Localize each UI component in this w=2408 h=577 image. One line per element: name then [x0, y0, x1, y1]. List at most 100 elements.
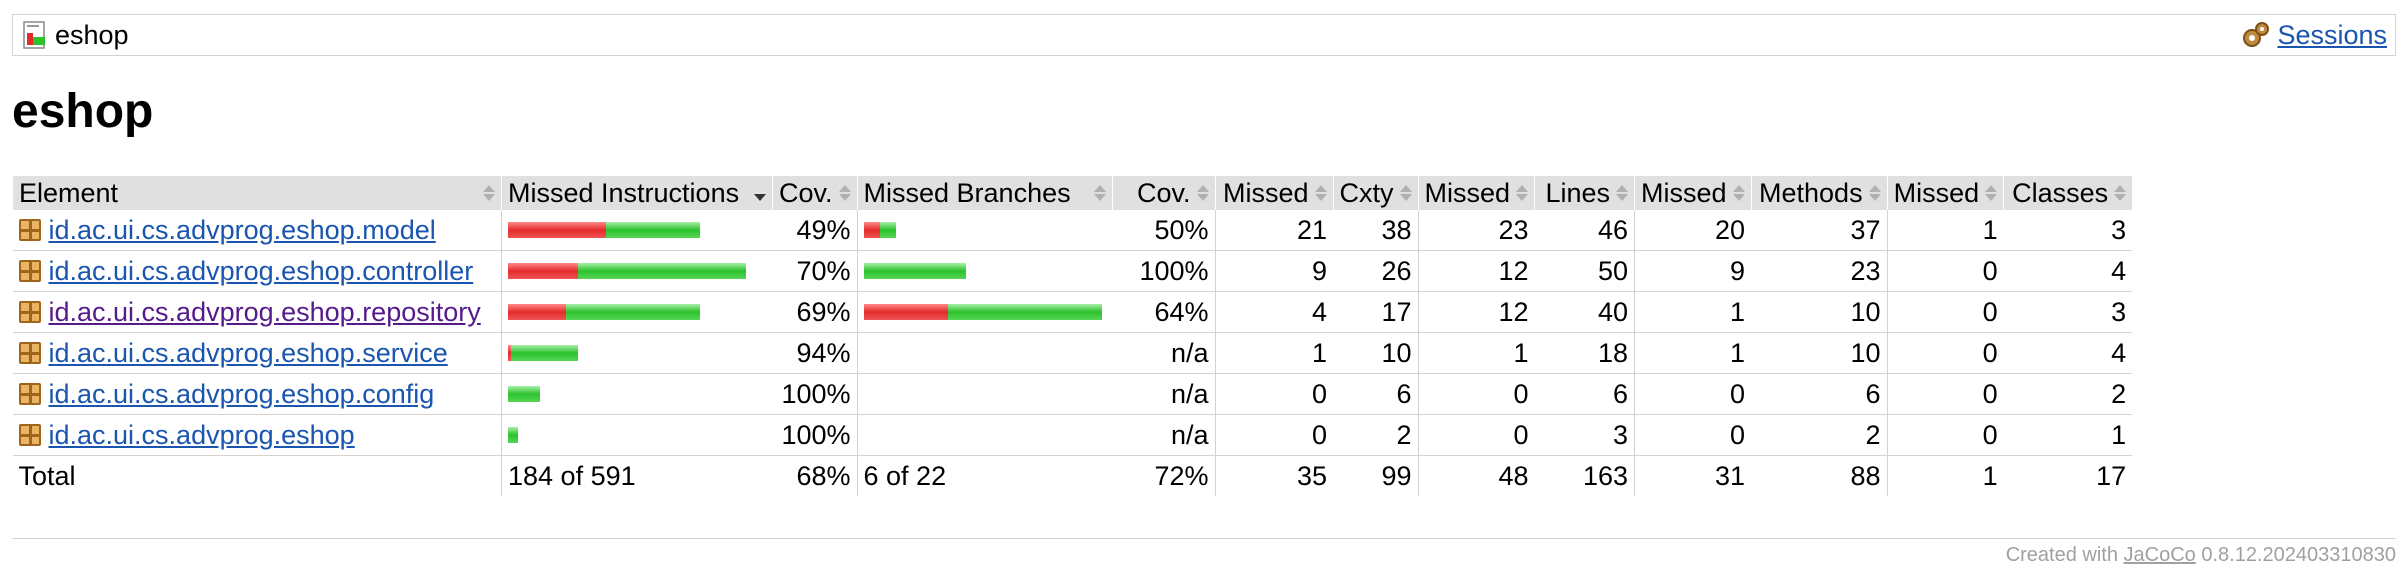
package-link[interactable]: id.ac.ui.cs.advprog.eshop: [49, 420, 355, 451]
package-link[interactable]: id.ac.ui.cs.advprog.eshop.repository: [49, 297, 481, 328]
classes: 2: [2003, 373, 2133, 415]
header-methods[interactable]: Methods: [1750, 176, 1888, 210]
package-link[interactable]: id.ac.ui.cs.advprog.eshop.service: [49, 338, 448, 369]
branches-bar: [863, 304, 1107, 320]
cxty: 17: [1333, 291, 1419, 333]
total-instructions: 184 of 591: [501, 455, 773, 496]
covered-bar: [879, 222, 896, 238]
covered-bar: [566, 304, 700, 320]
methods: 23: [1751, 250, 1888, 292]
methods: 10: [1751, 332, 1888, 374]
header-cov-branches[interactable]: Cov.: [1111, 176, 1216, 210]
missed-lines: 23: [1417, 210, 1535, 251]
cxty: 2: [1333, 414, 1419, 456]
missed-classes: 0: [1886, 373, 2004, 415]
missed-methods: 1: [1634, 332, 1752, 374]
lines: 3: [1534, 414, 1635, 456]
branches-cov: n/a: [1112, 414, 1216, 456]
header-lines[interactable]: Lines: [1534, 176, 1635, 210]
branches-bar-cell: [856, 373, 1113, 415]
branches-cov: 100%: [1112, 250, 1216, 292]
total-missed-lines: 48: [1417, 455, 1535, 496]
table-header-row: Element Missed Instructions Cov. Missed …: [12, 176, 2133, 210]
missed-cxty: 4: [1214, 291, 1334, 333]
element-cell: id.ac.ui.cs.advprog.eshop: [12, 414, 502, 456]
instructions-bar-cell: [501, 291, 773, 333]
header-missed-classes[interactable]: Missed: [1886, 176, 2004, 210]
missed-lines: 1: [1417, 332, 1535, 374]
sort-icon: [2114, 185, 2127, 201]
instructions-bar: [508, 345, 767, 361]
sessions-link[interactable]: Sessions: [2277, 20, 2387, 51]
branches-bar: [863, 263, 1107, 279]
total-missed-classes: 1: [1886, 455, 2004, 496]
covered-bar: [947, 304, 1102, 320]
header-missed-cxty[interactable]: Missed: [1214, 176, 1334, 210]
header-element[interactable]: Element: [12, 176, 502, 210]
sort-icon: [1196, 185, 1209, 201]
branches-bar-cell: [856, 210, 1113, 251]
table-row: id.ac.ui.cs.advprog.eshop.model 49% 50% …: [12, 210, 2133, 251]
missed-methods: 20: [1634, 210, 1752, 251]
instructions-bar-cell: [501, 373, 773, 415]
element-cell: id.ac.ui.cs.advprog.eshop.service: [12, 332, 502, 374]
total-cxty: 99: [1381, 460, 1412, 491]
total-branches-cov: 72%: [1154, 460, 1209, 491]
table-row: id.ac.ui.cs.advprog.eshop.controller 70%…: [12, 250, 2133, 292]
header-cov-instructions[interactable]: Cov.: [772, 176, 858, 210]
cxty: 26: [1333, 250, 1419, 292]
coverage-table: Element Missed Instructions Cov. Missed …: [12, 176, 2133, 496]
instructions-cov: 70%: [772, 250, 858, 292]
missed-lines: 0: [1417, 414, 1535, 456]
missed-cxty: 0: [1214, 414, 1334, 456]
missed-cxty: 0: [1214, 373, 1334, 415]
cxty: 10: [1333, 332, 1419, 374]
total-instructions-cov: 68%: [796, 460, 851, 491]
instructions-bar-cell: [501, 414, 773, 456]
package-icon: [18, 424, 41, 446]
sort-desc-icon: [754, 185, 766, 201]
instructions-bar-cell: [501, 332, 773, 374]
missed-lines: 0: [1417, 373, 1535, 415]
sort-icon: [1985, 185, 1998, 201]
covered-bar: [606, 222, 700, 238]
total-branches: 6 of 22: [856, 455, 1113, 496]
sort-icon: [838, 185, 851, 201]
cxty: 6: [1333, 373, 1419, 415]
missed-classes: 0: [1886, 250, 2004, 292]
breadcrumb: eshop Sessions: [12, 14, 2396, 56]
methods: 10: [1751, 291, 1888, 333]
package-link[interactable]: id.ac.ui.cs.advprog.eshop.config: [49, 379, 435, 410]
header-missed-branches[interactable]: Missed Branches: [856, 176, 1113, 210]
sort-icon: [1732, 185, 1745, 201]
header-cxty[interactable]: Cxty: [1332, 176, 1419, 210]
package-link[interactable]: id.ac.ui.cs.advprog.eshop.controller: [49, 256, 474, 287]
lines: 50: [1534, 250, 1635, 292]
header-classes[interactable]: Classes: [2003, 176, 2133, 210]
jacoco-link[interactable]: JaCoCo: [2124, 544, 2196, 566]
classes: 3: [2003, 210, 2133, 251]
branches-bar-cell: [856, 291, 1113, 333]
table-row: id.ac.ui.cs.advprog.eshop.service 94% n/…: [12, 332, 2133, 374]
cxty: 38: [1333, 210, 1419, 251]
sort-icon: [1868, 185, 1881, 201]
breadcrumb-title: eshop: [55, 19, 129, 50]
classes: 1: [2003, 414, 2133, 456]
header-missed-lines[interactable]: Missed: [1417, 176, 1535, 210]
lines: 46: [1534, 210, 1635, 251]
classes: 4: [2003, 250, 2133, 292]
element-cell: id.ac.ui.cs.advprog.eshop.controller: [12, 250, 502, 292]
instructions-cov: 100%: [772, 414, 858, 456]
instructions-bar: [508, 222, 767, 238]
footer-prefix: Created with: [2005, 544, 2118, 566]
footer-divider: [12, 538, 2396, 539]
instructions-bar: [508, 304, 767, 320]
element-cell: id.ac.ui.cs.advprog.eshop.repository: [12, 291, 502, 333]
package-link[interactable]: id.ac.ui.cs.advprog.eshop.model: [49, 215, 436, 246]
covered-bar: [578, 263, 746, 279]
total-methods: 88: [1850, 460, 1881, 491]
page-title: eshop: [12, 85, 154, 138]
header-missed-instructions[interactable]: Missed Instructions: [501, 176, 773, 210]
methods: 6: [1751, 373, 1888, 415]
header-missed-methods[interactable]: Missed: [1634, 176, 1752, 210]
